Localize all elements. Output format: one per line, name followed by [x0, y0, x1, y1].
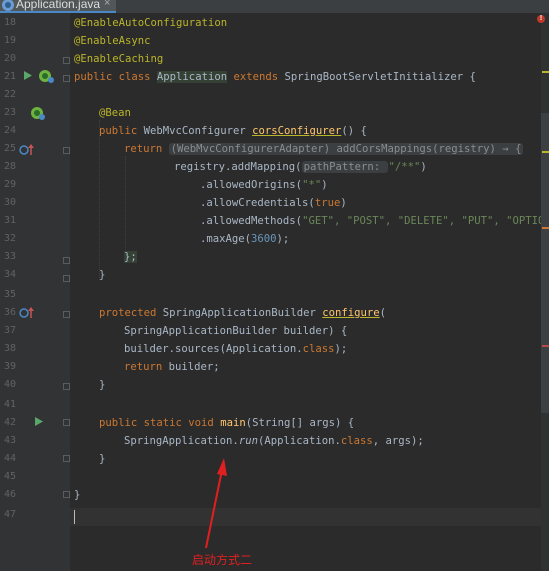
red-arrow-annotation [205, 458, 227, 549]
annotation-label: 启动方式二 [192, 553, 253, 567]
